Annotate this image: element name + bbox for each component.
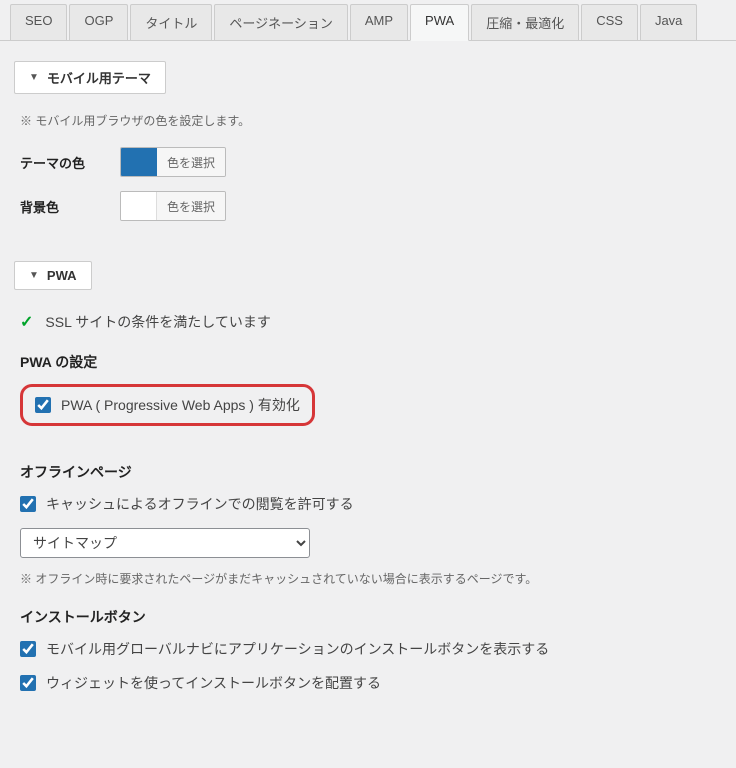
theme-color-label: テーマの色 xyxy=(20,153,120,172)
check-icon: ✓ xyxy=(20,312,33,332)
tab-pagination[interactable]: ページネーション xyxy=(214,4,347,40)
offline-cache-label: キャッシュによるオフラインでの閲覧を許可する xyxy=(46,494,354,514)
ssl-status: ✓ SSL サイトの条件を満たしています xyxy=(20,312,716,332)
tab-title[interactable]: タイトル xyxy=(130,4,212,40)
tab-amp[interactable]: AMP xyxy=(350,4,408,40)
bg-color-picker[interactable]: 色を選択 xyxy=(120,191,226,221)
tab-css[interactable]: CSS xyxy=(581,4,638,40)
offline-cache-checkbox[interactable] xyxy=(20,496,36,512)
tabs-bar: SEO OGP タイトル ページネーション AMP PWA 圧縮・最適化 CSS… xyxy=(0,0,736,41)
tab-seo[interactable]: SEO xyxy=(10,4,67,40)
offline-note: ※ オフライン時に要求されたページがまだキャッシュされていない場合に表示するペー… xyxy=(20,570,716,587)
mobile-theme-section: ▼ モバイル用テーマ ※ モバイル用ブラウザの色を設定します。 テーマの色 色を… xyxy=(14,61,722,241)
mobile-theme-title: モバイル用テーマ xyxy=(47,68,151,87)
offline-page-select[interactable]: サイトマップ xyxy=(20,528,310,558)
bg-color-label: 背景色 xyxy=(20,197,120,216)
pwa-enable-checkbox[interactable] xyxy=(35,397,51,413)
theme-color-button[interactable]: 色を選択 xyxy=(157,148,225,176)
bg-color-button[interactable]: 色を選択 xyxy=(157,192,225,220)
tab-compress[interactable]: 圧縮・最適化 xyxy=(471,4,579,40)
install-mobile-nav-label: モバイル用グローバルナビにアプリケーションのインストールボタンを表示する xyxy=(46,639,549,659)
bg-color-swatch xyxy=(121,192,157,220)
ssl-text: SSL サイトの条件を満たしています xyxy=(45,312,270,332)
tab-java[interactable]: Java xyxy=(640,4,697,40)
pwa-title: PWA xyxy=(47,268,77,283)
tab-ogp[interactable]: OGP xyxy=(69,4,128,40)
pwa-settings-heading: PWA の設定 xyxy=(20,352,716,372)
theme-color-swatch xyxy=(121,148,157,176)
pwa-enable-label: PWA ( Progressive Web Apps ) 有効化 xyxy=(61,395,300,415)
install-widget-checkbox[interactable] xyxy=(20,675,36,691)
pwa-enable-highlight: PWA ( Progressive Web Apps ) 有効化 xyxy=(20,384,315,426)
pwa-section: ▼ PWA ✓ SSL サイトの条件を満たしています PWA の設定 PWA (… xyxy=(14,261,722,713)
install-widget-label: ウィジェットを使ってインストールボタンを配置する xyxy=(46,673,381,693)
install-button-heading: インストールボタン xyxy=(20,607,716,627)
tab-pwa[interactable]: PWA xyxy=(410,4,469,41)
offline-page-heading: オフラインページ xyxy=(20,462,716,482)
collapse-icon: ▼ xyxy=(29,270,39,281)
pwa-header[interactable]: ▼ PWA xyxy=(14,261,92,290)
theme-color-picker[interactable]: 色を選択 xyxy=(120,147,226,177)
mobile-theme-header[interactable]: ▼ モバイル用テーマ xyxy=(14,61,166,94)
collapse-icon: ▼ xyxy=(29,72,39,83)
mobile-theme-note: ※ モバイル用ブラウザの色を設定します。 xyxy=(20,112,716,129)
install-mobile-nav-checkbox[interactable] xyxy=(20,641,36,657)
